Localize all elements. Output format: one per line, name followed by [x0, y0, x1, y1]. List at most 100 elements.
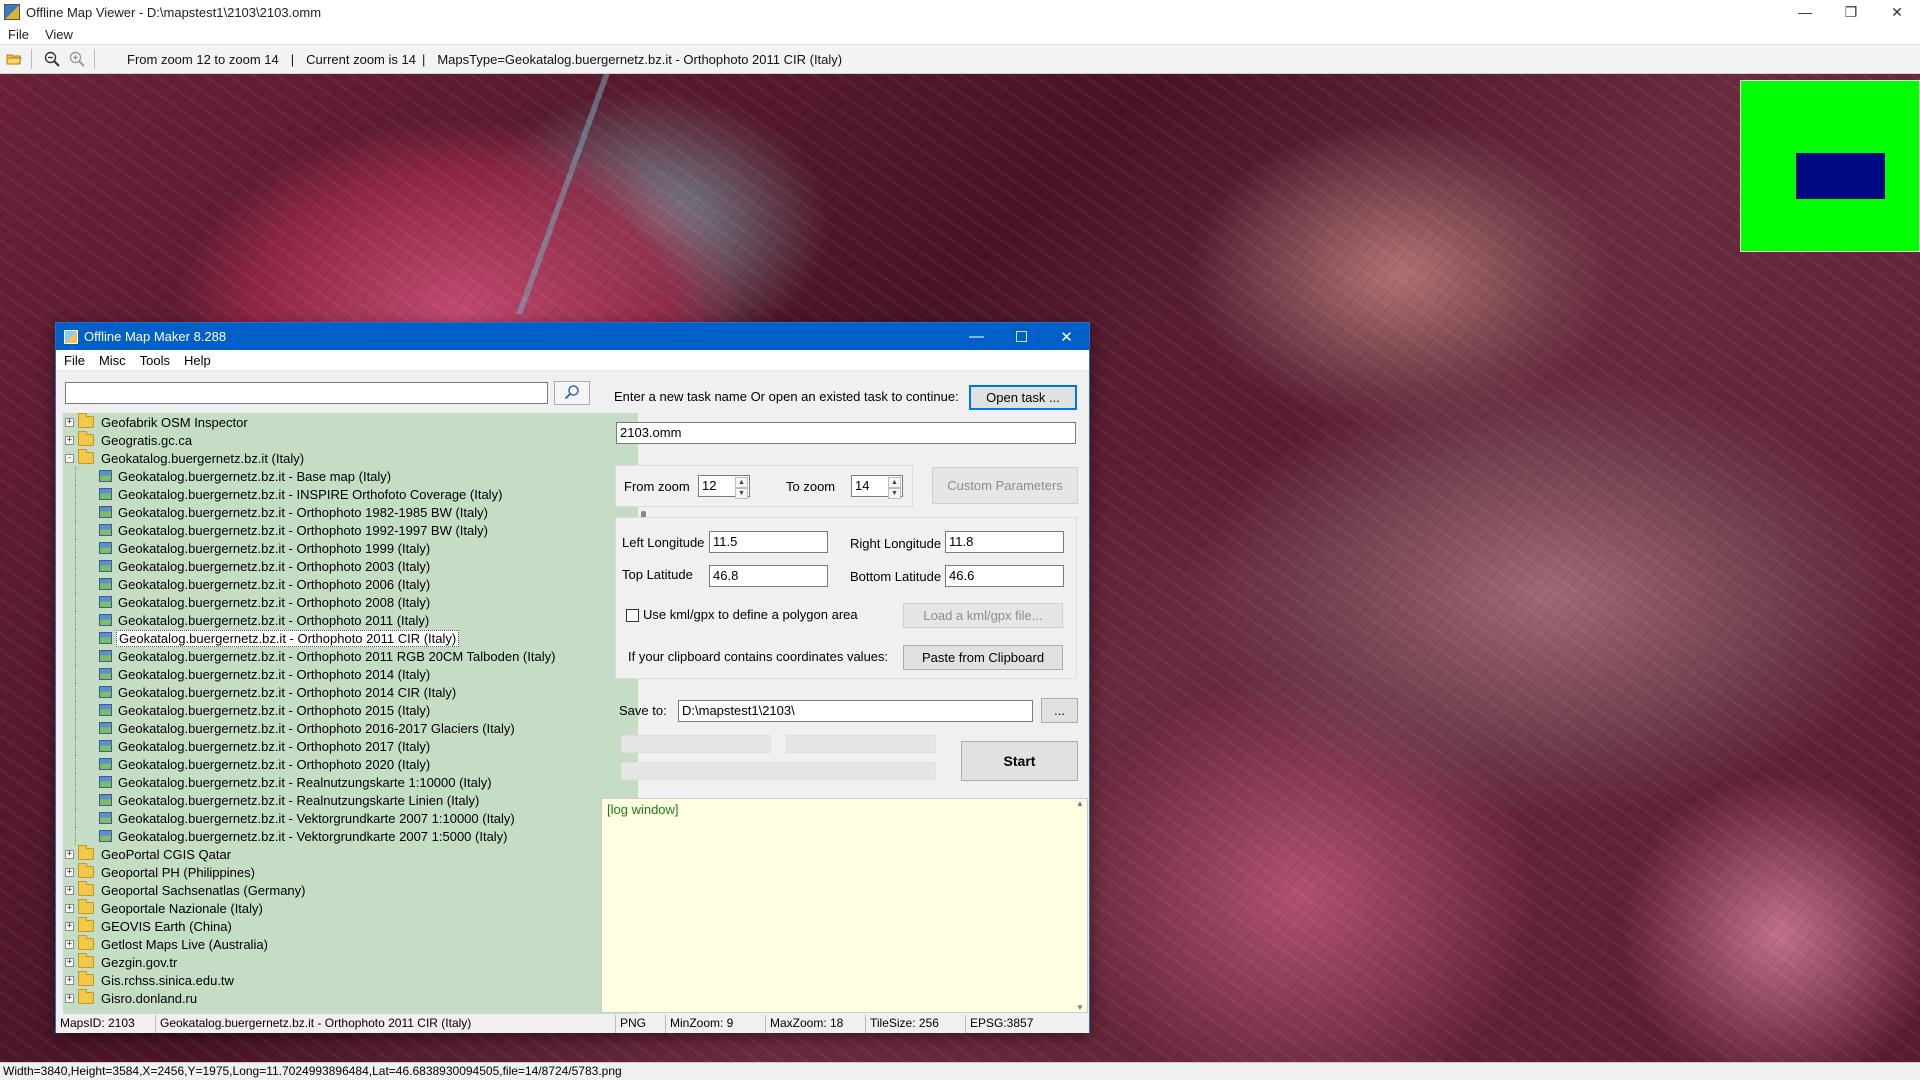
tree-connector-line	[75, 737, 76, 755]
menu-file[interactable]: File	[8, 27, 29, 42]
viewer-toolbar: From zoom 12 to zoom 14 | Current zoom i…	[0, 44, 1920, 74]
expander-icon[interactable]: +	[65, 903, 74, 913]
dialog-titlebar[interactable]: Offline Map Maker 8.288 — ☐ ✕	[56, 323, 1089, 350]
menu-view[interactable]: View	[45, 27, 73, 42]
search-button[interactable]	[554, 381, 590, 405]
spin-down-icon[interactable]: ▼	[888, 488, 901, 499]
tree-group-item[interactable]: + GeoPortal CGIS Qatar	[63, 845, 638, 863]
load-kml-button[interactable]: Load a kml/gpx file...	[903, 603, 1063, 628]
expander-icon[interactable]: -	[65, 453, 74, 463]
expander-icon[interactable]: +	[65, 957, 74, 967]
expander-icon[interactable]: +	[65, 975, 74, 985]
tree-map-item[interactable]: Geokatalog.buergernetz.bz.it - Orthophot…	[63, 539, 638, 557]
left-longitude-input[interactable]: 11.5	[709, 531, 828, 553]
tree-map-item[interactable]: Geokatalog.buergernetz.bz.it - Orthophot…	[63, 701, 638, 719]
task-name-input[interactable]: 2103.omm	[616, 422, 1076, 444]
close-button[interactable]: ✕	[1874, 0, 1920, 24]
expander-icon[interactable]: +	[65, 921, 74, 931]
from-zoom-spinner[interactable]: 12 ▲ ▼	[698, 475, 750, 499]
folder-icon	[78, 449, 94, 464]
tree-connector-line	[75, 665, 76, 683]
tree-group-item[interactable]: + GEOVIS Earth (China)	[63, 917, 638, 935]
use-kml-checkbox[interactable]	[626, 609, 639, 622]
spin-up-icon[interactable]: ▲	[888, 477, 901, 488]
tree-connector-line	[75, 701, 76, 719]
right-longitude-input[interactable]: 11.8	[945, 531, 1064, 553]
custom-parameters-button[interactable]: Custom Parameters	[932, 467, 1078, 504]
status-max-zoom: MaxZoom: 18	[766, 1015, 866, 1033]
tree-group-item[interactable]: + Gis.rchss.sinica.edu.tw	[63, 971, 638, 989]
open-task-button[interactable]: Open task ...	[969, 385, 1077, 410]
expander-icon[interactable]: +	[65, 993, 74, 1003]
top-latitude-input[interactable]: 46.8	[709, 565, 828, 587]
tree-group-item[interactable]: + Gezgin.gov.tr	[63, 953, 638, 971]
map-tile-icon	[99, 650, 112, 662]
tree-group-item[interactable]: + Geoportal Sachsenatlas (Germany)	[63, 881, 638, 899]
dialog-menu-file[interactable]: File	[64, 353, 85, 368]
map-source-search-input[interactable]	[65, 382, 548, 404]
zoom-out-icon[interactable]	[41, 48, 63, 70]
tree-group-item[interactable]: + Geoportal PH (Philippines)	[63, 863, 638, 881]
save-path-input[interactable]: D:\mapstest1\2103\	[678, 700, 1033, 722]
map-source-tree[interactable]: + Geofabrik OSM Inspector + Geogratis.gc.ca…	[63, 413, 638, 1014]
dialog-menu-misc[interactable]: Misc	[99, 353, 126, 368]
dialog-maximize-button[interactable]: ☐	[999, 323, 1044, 350]
restore-button[interactable]: ❐	[1828, 0, 1874, 24]
expander-icon[interactable]: +	[65, 435, 74, 445]
tree-map-item[interactable]: Geokatalog.buergernetz.bz.it - INSPIRE O…	[63, 485, 638, 503]
dialog-close-button[interactable]: ✕	[1044, 323, 1089, 350]
browse-button[interactable]: ...	[1041, 698, 1078, 723]
tree-map-item[interactable]: Geokatalog.buergernetz.bz.it - Orthophot…	[63, 521, 638, 539]
tree-map-item[interactable]: Geokatalog.buergernetz.bz.it - Orthophot…	[63, 611, 638, 629]
to-zoom-spinner[interactable]: 14 ▲ ▼	[851, 475, 903, 499]
dialog-menu-help[interactable]: Help	[184, 353, 211, 368]
tree-map-item[interactable]: Geokatalog.buergernetz.bz.it - Base map …	[63, 467, 638, 485]
minimize-button[interactable]: —	[1782, 0, 1828, 24]
spin-down-icon[interactable]: ▼	[735, 488, 748, 499]
spin-up-icon[interactable]: ▲	[735, 477, 748, 488]
tree-group-item[interactable]: + Geoportale Nazionale (Italy)	[63, 899, 638, 917]
use-kml-label: Use kml/gpx to define a polygon area	[643, 607, 858, 622]
tree-map-item[interactable]: Geokatalog.buergernetz.bz.it - Orthophot…	[63, 683, 638, 701]
paste-from-clipboard-button[interactable]: Paste from Clipboard	[903, 645, 1063, 670]
expander-icon[interactable]: +	[65, 885, 74, 895]
dialog-menu-tools[interactable]: Tools	[140, 353, 170, 368]
tree-map-item[interactable]: Geokatalog.buergernetz.bz.it - Realnutzu…	[63, 791, 638, 809]
tree-map-item[interactable]: Geokatalog.buergernetz.bz.it - Vektorgru…	[63, 809, 638, 827]
tree-map-item[interactable]: Geokatalog.buergernetz.bz.it - Orthophot…	[63, 503, 638, 521]
toolbar-separator	[31, 49, 32, 69]
expander-icon[interactable]: +	[65, 867, 74, 877]
tree-map-item[interactable]: Geokatalog.buergernetz.bz.it - Realnutzu…	[63, 773, 638, 791]
tree-map-item[interactable]: Geokatalog.buergernetz.bz.it - Orthophot…	[63, 755, 638, 773]
expander-icon[interactable]: +	[65, 939, 74, 949]
tree-item-label: Geokatalog.buergernetz.bz.it - INSPIRE O…	[118, 486, 503, 502]
tree-map-item[interactable]: Geokatalog.buergernetz.bz.it - Orthophot…	[63, 629, 638, 647]
tree-group-item[interactable]: + Gisro.donland.ru	[63, 989, 638, 1007]
scroll-up-icon[interactable]: ▲	[1076, 799, 1084, 808]
zoom-in-icon[interactable]	[66, 48, 88, 70]
log-scrollbar[interactable]: ▲ ▼	[1074, 799, 1086, 1012]
tree-map-item[interactable]: Geokatalog.buergernetz.bz.it - Orthophot…	[63, 593, 638, 611]
tree-map-item[interactable]: Geokatalog.buergernetz.bz.it - Orthophot…	[63, 737, 638, 755]
tree-map-item[interactable]: Geokatalog.buergernetz.bz.it - Orthophot…	[63, 557, 638, 575]
viewer-title: Offline Map Viewer - D:\mapstest1\2103\2…	[26, 4, 322, 20]
tree-group-item[interactable]: + Geofabrik OSM Inspector	[63, 413, 638, 431]
tree-map-item[interactable]: Geokatalog.buergernetz.bz.it - Orthophot…	[63, 665, 638, 683]
overview-minimap[interactable]	[1740, 80, 1920, 252]
overview-viewport-rect[interactable]	[1796, 153, 1885, 199]
tree-map-item[interactable]: Geokatalog.buergernetz.bz.it - Orthophot…	[63, 647, 638, 665]
expander-icon[interactable]: +	[65, 417, 74, 427]
expander-icon[interactable]: +	[65, 849, 74, 859]
start-button[interactable]: Start	[961, 741, 1078, 781]
dialog-minimize-button[interactable]: —	[954, 323, 999, 350]
tree-map-item[interactable]: Geokatalog.buergernetz.bz.it - Orthophot…	[63, 575, 638, 593]
tree-map-item[interactable]: Geokatalog.buergernetz.bz.it - Orthophot…	[63, 719, 638, 737]
open-folder-icon[interactable]	[3, 48, 25, 70]
tree-group-item[interactable]: + Geogratis.gc.ca	[63, 431, 638, 449]
scroll-down-icon[interactable]: ▼	[1076, 1003, 1084, 1012]
tree-group-item[interactable]: + Getlost Maps Live (Australia)	[63, 935, 638, 953]
bottom-latitude-input[interactable]: 46.6	[945, 565, 1064, 587]
tree-map-item[interactable]: Geokatalog.buergernetz.bz.it - Vektorgru…	[63, 827, 638, 845]
tree-group-item[interactable]: - Geokatalog.buergernetz.bz.it (Italy)	[63, 449, 638, 467]
log-window[interactable]: [log window] ▲ ▼	[601, 798, 1088, 1013]
